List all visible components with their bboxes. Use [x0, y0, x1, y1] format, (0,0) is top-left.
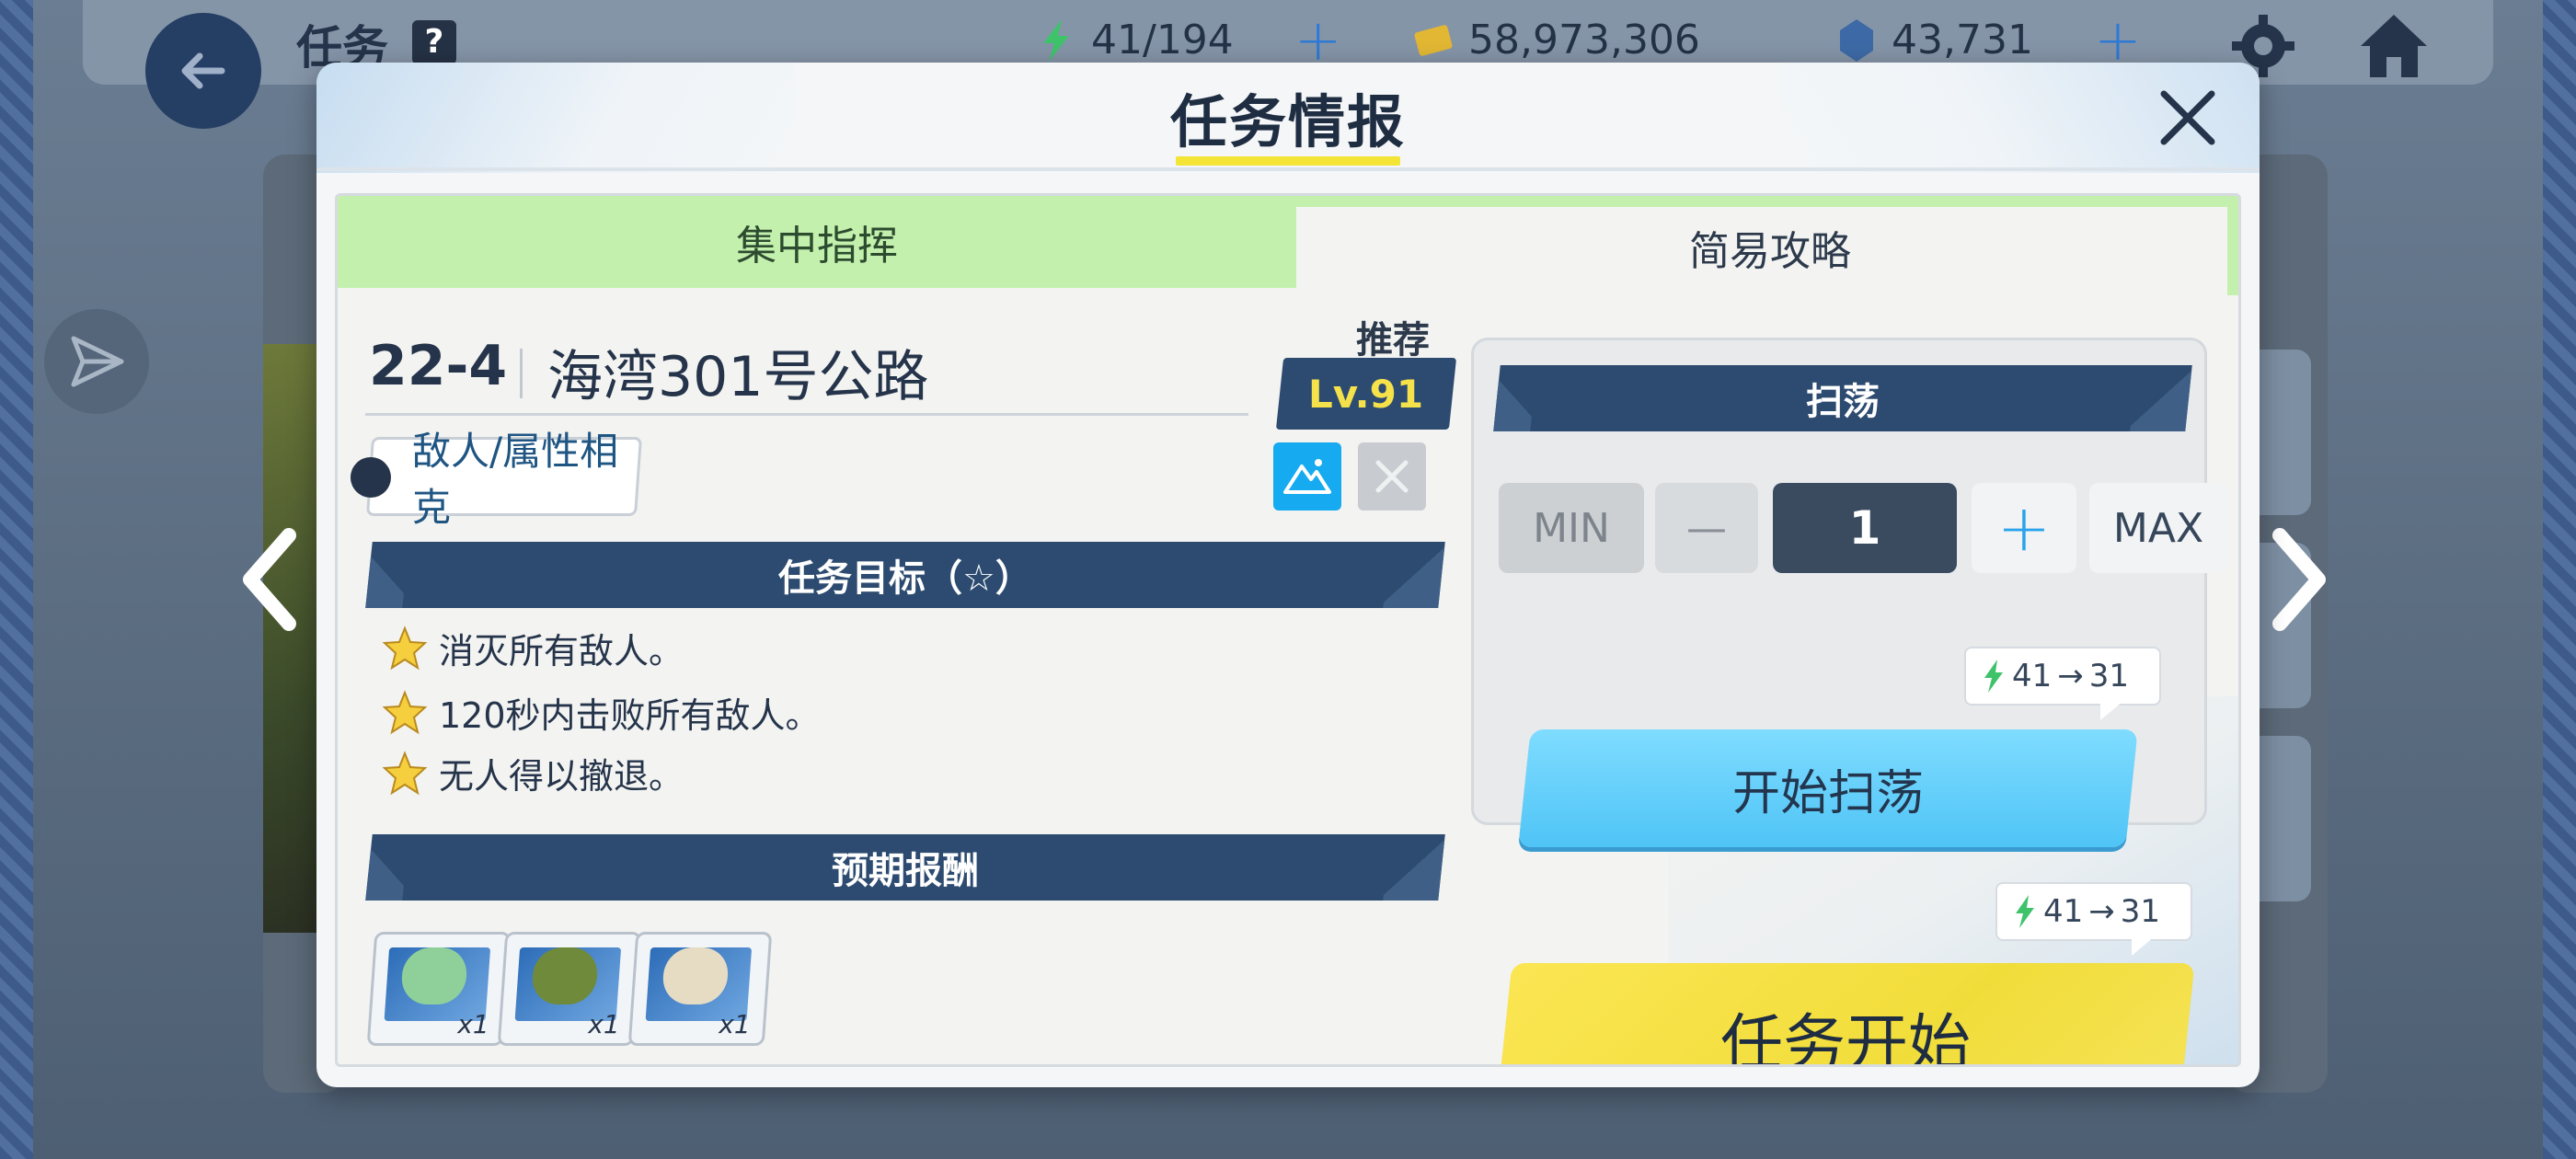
start-sweep-button[interactable]: 开始扫荡	[1518, 729, 2138, 847]
dialog-title: 任务情报	[1169, 88, 1406, 155]
star-icon	[382, 750, 428, 795]
previous-arrow-icon[interactable]	[234, 524, 307, 635]
mission-ap-cost-tooltip: 41 → 31	[1995, 882, 2192, 956]
ap-to: 31	[2088, 658, 2130, 694]
sweep-quantity: 1	[1773, 483, 1957, 573]
ap-plus-button[interactable]: +	[1294, 11, 1342, 68]
goal-text: 消灭所有敌人。	[439, 631, 684, 671]
background-stripe-left	[0, 0, 33, 1159]
gems-plus-button[interactable]: +	[2094, 11, 2142, 68]
reward-quantity: x1	[718, 1009, 751, 1039]
credits-value: 58,973,306	[1468, 17, 1700, 63]
reward-quantity: x1	[587, 1009, 620, 1039]
enemy-info-label: 敌人/属性相克	[412, 429, 619, 530]
ap-value: 41/194	[1091, 17, 1234, 63]
goal-text: 无人得以撤退。	[439, 756, 684, 797]
home-icon[interactable]	[2355, 9, 2432, 83]
sweep-ap-cost-tooltip: 41 → 31	[1964, 647, 2161, 720]
next-arrow-icon[interactable]	[2261, 524, 2335, 635]
close-icon[interactable]	[2151, 81, 2225, 155]
dialog-content: 集中指挥 简易攻略 22-4 海湾301号公路 推荐 Lv.91 敌人/属性相克	[335, 193, 2241, 1067]
expected-reward-header-label: 预期报酬	[832, 850, 979, 892]
recommend-level: Lv.91	[1308, 371, 1424, 417]
goal-item: 无人得以撤退。	[382, 748, 684, 798]
credit-card-icon	[1414, 24, 1453, 56]
goal-item: 120秒内击败所有敌人。	[382, 687, 821, 738]
sweep-header: 扫荡	[1493, 365, 2192, 431]
sweep-header-label: 扫荡	[1806, 381, 1880, 423]
arrow-right-icon: →	[2088, 893, 2115, 930]
max-button[interactable]: MAX	[2089, 483, 2227, 573]
back-arrow-icon	[181, 52, 225, 89]
ap-resource: 41/194 +	[1036, 11, 1342, 68]
tab-easy-guide[interactable]: 简易攻略	[1296, 207, 2238, 288]
ap-to: 31	[2120, 893, 2161, 930]
terrain-button[interactable]	[1273, 442, 1341, 511]
reward-item[interactable]: x1	[366, 932, 512, 1046]
ap-from: 41	[2043, 893, 2084, 930]
enemy-info-button[interactable]: 敌人/属性相克	[365, 429, 643, 530]
mission-start-button[interactable]: 任务开始	[1496, 963, 2195, 1067]
back-button[interactable]	[145, 13, 261, 129]
stage-divider	[365, 413, 1248, 416]
share-button[interactable]	[44, 309, 149, 414]
reward-item[interactable]: x1	[497, 932, 642, 1046]
lightning-icon	[2016, 895, 2034, 928]
start-sweep-label: 开始扫荡	[1731, 765, 1924, 821]
reward-item[interactable]: x1	[627, 932, 773, 1046]
tab-border	[1296, 196, 2238, 207]
gems-value: 43,731	[1892, 17, 2033, 63]
min-button[interactable]: MIN	[1499, 483, 1644, 573]
credits-resource: 58,973,306	[1413, 17, 1700, 63]
recommend-label: 推荐	[1356, 319, 1430, 361]
cross-icon	[1375, 460, 1409, 493]
mission-start-label: 任务开始	[1719, 1007, 1971, 1067]
star-icon	[382, 625, 428, 670]
reward-quantity: x1	[456, 1009, 489, 1039]
increment-button[interactable]: +	[1972, 483, 2076, 573]
stage-separator	[520, 349, 523, 398]
gem-icon	[1840, 18, 1873, 62]
terrain-disabled-button[interactable]	[1358, 442, 1426, 511]
tab-focused-command[interactable]: 集中指挥	[338, 196, 1296, 288]
lightning-icon	[1984, 660, 2003, 693]
stage-number: 22-4	[369, 334, 508, 398]
title-underline	[1176, 156, 1400, 166]
goal-item: 消灭所有敌人。	[382, 623, 684, 673]
mission-goal-header-label: 任务目标（☆）	[778, 557, 1032, 600]
expected-reward-header: 预期报酬	[365, 834, 1445, 901]
help-button[interactable]: ?	[412, 20, 456, 64]
title-divider	[316, 167, 2260, 171]
goal-text: 120秒内击败所有敌人。	[439, 695, 821, 736]
mission-info-dialog: 任务情报 集中指挥 简易攻略 22-4 海湾301号公路 推荐 Lv.91 敌人…	[316, 63, 2260, 1087]
background-stripe-right	[2543, 0, 2576, 1159]
star-icon	[382, 689, 428, 734]
tab-border	[2227, 196, 2238, 295]
gems-resource: 43,731 +	[1836, 11, 2142, 68]
enemy-face-icon	[351, 457, 391, 498]
lightning-icon	[1043, 18, 1069, 62]
mountain-icon	[1283, 459, 1331, 494]
send-icon	[71, 336, 124, 387]
ap-from: 41	[2012, 658, 2053, 694]
decrement-button[interactable]: —	[1655, 483, 1758, 573]
stage-name: 海湾301号公路	[547, 345, 929, 409]
arrow-right-icon: →	[2057, 658, 2084, 694]
mission-goal-header: 任务目标（☆）	[365, 542, 1445, 608]
recommend-level-badge: Lv.91	[1275, 358, 1457, 430]
